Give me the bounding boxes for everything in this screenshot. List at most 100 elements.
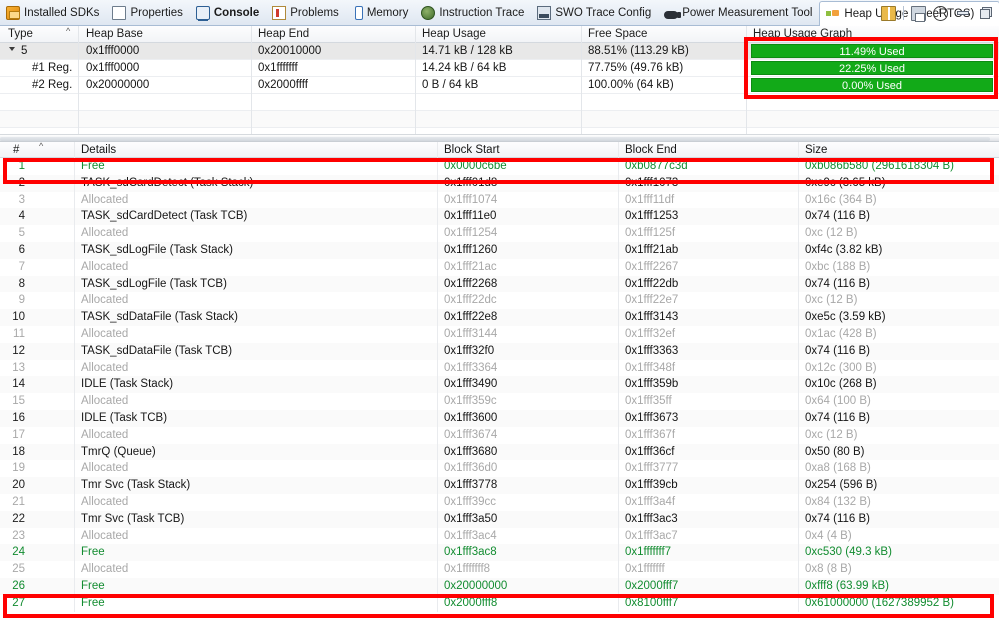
info-icon[interactable] bbox=[933, 5, 948, 21]
tab-properties[interactable]: Properties bbox=[106, 0, 189, 26]
tab-memory[interactable]: Memory bbox=[346, 0, 416, 26]
table-row[interactable]: 18 TmrQ (Queue) 0x1fff3680 0x1fff36cf 0x50 (… bbox=[0, 443, 999, 461]
summary-row-total[interactable]: 5 0x1fff0000 0x20010000 14.71 kB / 128 k… bbox=[0, 43, 999, 60]
table-row[interactable]: 3 Allocated 0x1fff1074 0x1fff11df 0x16c (364… bbox=[0, 191, 999, 209]
column-header-heap-end[interactable]: Heap End bbox=[258, 28, 309, 40]
column-header-heap-usage-graph[interactable]: Heap Usage Graph bbox=[753, 28, 852, 40]
table-row[interactable]: 1 Free 0x0000c6be 0xb0877c3d 0xb086b580 (296… bbox=[0, 158, 999, 175]
column-divider bbox=[798, 359, 799, 377]
table-row[interactable]: 11 Allocated 0x1fff3144 0x1fff32ef 0x1ac (42… bbox=[0, 325, 999, 343]
cell-details: TASK_sdCardDetect (Task TCB) bbox=[81, 210, 248, 223]
column-header-block-start[interactable]: Block Start bbox=[444, 144, 500, 156]
table-row[interactable]: 15 Allocated 0x1fff359c 0x1fff35ff 0x64 (100… bbox=[0, 393, 999, 411]
table-row[interactable]: 13 Allocated 0x1fff3364 0x1fff348f 0x12c (30… bbox=[0, 359, 999, 377]
maximize-icon[interactable] bbox=[977, 6, 992, 21]
table-row[interactable]: 7 Allocated 0x1fff21ac 0x1fff2267 0xbc (188 … bbox=[0, 258, 999, 276]
tab-power-measurement-tool[interactable]: Power Measurement Tool bbox=[658, 0, 819, 26]
column-divider bbox=[437, 225, 438, 243]
cell-details: Allocated bbox=[81, 395, 129, 408]
pane-divider[interactable] bbox=[0, 134, 999, 142]
column-header-size[interactable]: Size bbox=[805, 144, 827, 156]
table-row[interactable]: 24 Free 0x1fff3ac8 0x1fffffff7 0xc530 (49.3 … bbox=[0, 544, 999, 562]
cell-details: Allocated bbox=[81, 193, 129, 206]
tab-problems[interactable]: Problems bbox=[266, 0, 346, 26]
cell-heap-base: 0x20000000 bbox=[86, 79, 150, 91]
table-row[interactable]: 5 Allocated 0x1fff1254 0x1fff125f 0xc (12 B) bbox=[0, 225, 999, 243]
cell-heap-end: 0x2000ffff bbox=[258, 79, 308, 91]
cell-block-start: 0x1fff21ac bbox=[444, 260, 497, 273]
cell-size: 0x16c (364 B) bbox=[805, 193, 877, 206]
column-divider bbox=[618, 561, 619, 579]
table-row[interactable]: 2 TASK_sdCardDetect (Task Stack) 0x1fff01d… bbox=[0, 174, 999, 192]
column-divider bbox=[798, 443, 799, 461]
column-header-type[interactable]: Type bbox=[8, 28, 33, 40]
cell-heap-base: 0x1fff0000 bbox=[86, 62, 140, 74]
column-divider bbox=[798, 292, 799, 310]
cell-details: TmrQ (Queue) bbox=[81, 445, 156, 458]
divider-grip[interactable] bbox=[0, 137, 990, 141]
cell-block-start: 0x0000c6be bbox=[444, 160, 507, 172]
table-row[interactable]: 22 Tmr Svc (Task TCB) 0x1fff3a50 0x1fff3ac3… bbox=[0, 510, 999, 528]
column-header-heap-usage[interactable]: Heap Usage bbox=[422, 28, 486, 40]
heap-usage-icon bbox=[826, 7, 841, 21]
column-divider bbox=[618, 241, 619, 259]
save-icon[interactable] bbox=[911, 5, 926, 22]
cell-heap-base: 0x1fff0000 bbox=[86, 45, 140, 57]
cell-type: #1 Reg. bbox=[32, 62, 73, 74]
column-divider bbox=[618, 309, 619, 327]
table-row[interactable]: 19 Allocated 0x1fff36d0 0x1fff3777 0xa8 (168… bbox=[0, 460, 999, 478]
tab-console[interactable]: Console bbox=[190, 0, 266, 26]
cell-block-start: 0x1fff3490 bbox=[444, 378, 498, 391]
tab-instruction-trace[interactable]: Instruction Trace bbox=[415, 0, 531, 26]
cell-heap-usage: 14.24 kB / 64 kB bbox=[422, 62, 507, 74]
table-row[interactable]: 6 TASK_sdLogFile (Task Stack) 0x1fff1260 0x… bbox=[0, 241, 999, 259]
minimize-icon[interactable] bbox=[955, 6, 970, 21]
cell-index: 4 bbox=[18, 210, 25, 223]
column-divider bbox=[74, 208, 75, 226]
table-row[interactable]: 20 Tmr Svc (Task Stack) 0x1fff3778 0x1fff39… bbox=[0, 477, 999, 495]
chevron-down-icon[interactable] bbox=[9, 47, 16, 54]
column-divider bbox=[437, 241, 438, 259]
bookmark-icon[interactable] bbox=[881, 5, 896, 21]
cell-free-space: 77.75% (49.76 kB) bbox=[588, 62, 684, 74]
cell-details: Free bbox=[81, 579, 105, 592]
column-header-index[interactable]: # bbox=[13, 144, 19, 156]
table-row[interactable]: 10 TASK_sdDataFile (Task Stack) 0x1fff22e8… bbox=[0, 309, 999, 327]
summary-table-header: Type ^ Heap Base Heap End Heap Usage Fre… bbox=[0, 26, 999, 43]
cell-size: 0x61000000 (1627389952 B) bbox=[805, 596, 954, 609]
table-row[interactable]: 14 IDLE (Task Stack) 0x1fff3490 0x1fff359b 0… bbox=[0, 376, 999, 394]
cell-block-end: 0x1fff35ff bbox=[625, 395, 672, 408]
cell-free-space: 100.00% (64 kB) bbox=[588, 79, 674, 91]
table-row[interactable]: 21 Allocated 0x1fff39cc 0x1fff3a4f 0x84 (132… bbox=[0, 493, 999, 511]
column-header-heap-base[interactable]: Heap Base bbox=[86, 28, 143, 40]
table-row[interactable]: 25 Allocated 0x1fffffff8 0x1fffffff 0x8 (8 B… bbox=[0, 561, 999, 579]
column-divider bbox=[798, 258, 799, 276]
summary-row-region-1[interactable]: #1 Reg. 0x1fff0000 0x1fffffff 14.24 kB /… bbox=[0, 60, 999, 77]
column-header-free-space[interactable]: Free Space bbox=[588, 28, 647, 40]
column-header-block-end[interactable]: Block End bbox=[625, 144, 677, 156]
column-divider bbox=[618, 174, 619, 192]
cell-size: 0x254 (596 B) bbox=[805, 479, 878, 492]
table-row[interactable]: 12 TASK_sdDataFile (Task TCB) 0x1fff32f0 0x… bbox=[0, 342, 999, 360]
cell-block-start: 0x1fff22dc bbox=[444, 294, 497, 307]
cell-block-start: 0x1fff359c bbox=[444, 395, 497, 408]
cell-details: TASK_sdLogFile (Task TCB) bbox=[81, 277, 227, 290]
table-row[interactable]: 27 Free 0x2000fff8 0x8100fff7 0x61000000 (16… bbox=[0, 594, 999, 612]
table-row[interactable]: 4 TASK_sdCardDetect (Task TCB) 0x1fff11e0 0… bbox=[0, 208, 999, 226]
column-divider bbox=[437, 527, 438, 545]
column-header-details[interactable]: Details bbox=[81, 144, 116, 156]
tab-swo-trace-config[interactable]: SWO Trace Config bbox=[531, 0, 658, 26]
table-row[interactable]: 26 Free 0x20000000 0x2000fff7 0xfff8 (63.99 … bbox=[0, 577, 999, 595]
table-row[interactable]: 17 Allocated 0x1fff3674 0x1fff367f 0xc (12 B… bbox=[0, 426, 999, 444]
cell-block-end: 0x1fff2267 bbox=[625, 260, 679, 273]
column-divider bbox=[618, 342, 619, 360]
table-row[interactable]: 16 IDLE (Task TCB) 0x1fff3600 0x1fff3673 0x7… bbox=[0, 409, 999, 427]
column-divider bbox=[798, 527, 799, 545]
cell-size: 0x8 (8 B) bbox=[805, 563, 852, 576]
summary-row-region-2[interactable]: #2 Reg. 0x20000000 0x2000ffff 0 B / 64 k… bbox=[0, 77, 999, 94]
table-row[interactable]: 9 Allocated 0x1fff22dc 0x1fff22e7 0xc (12 B) bbox=[0, 292, 999, 310]
cell-size: 0x4 (4 B) bbox=[805, 529, 852, 542]
table-row[interactable]: 8 TASK_sdLogFile (Task TCB) 0x1fff2268 0x1f… bbox=[0, 275, 999, 293]
table-row[interactable]: 23 Allocated 0x1fff3ac4 0x1fff3ac7 0x4 (4 B) bbox=[0, 527, 999, 545]
tab-installed-sdks[interactable]: Installed SDKs bbox=[0, 0, 106, 26]
